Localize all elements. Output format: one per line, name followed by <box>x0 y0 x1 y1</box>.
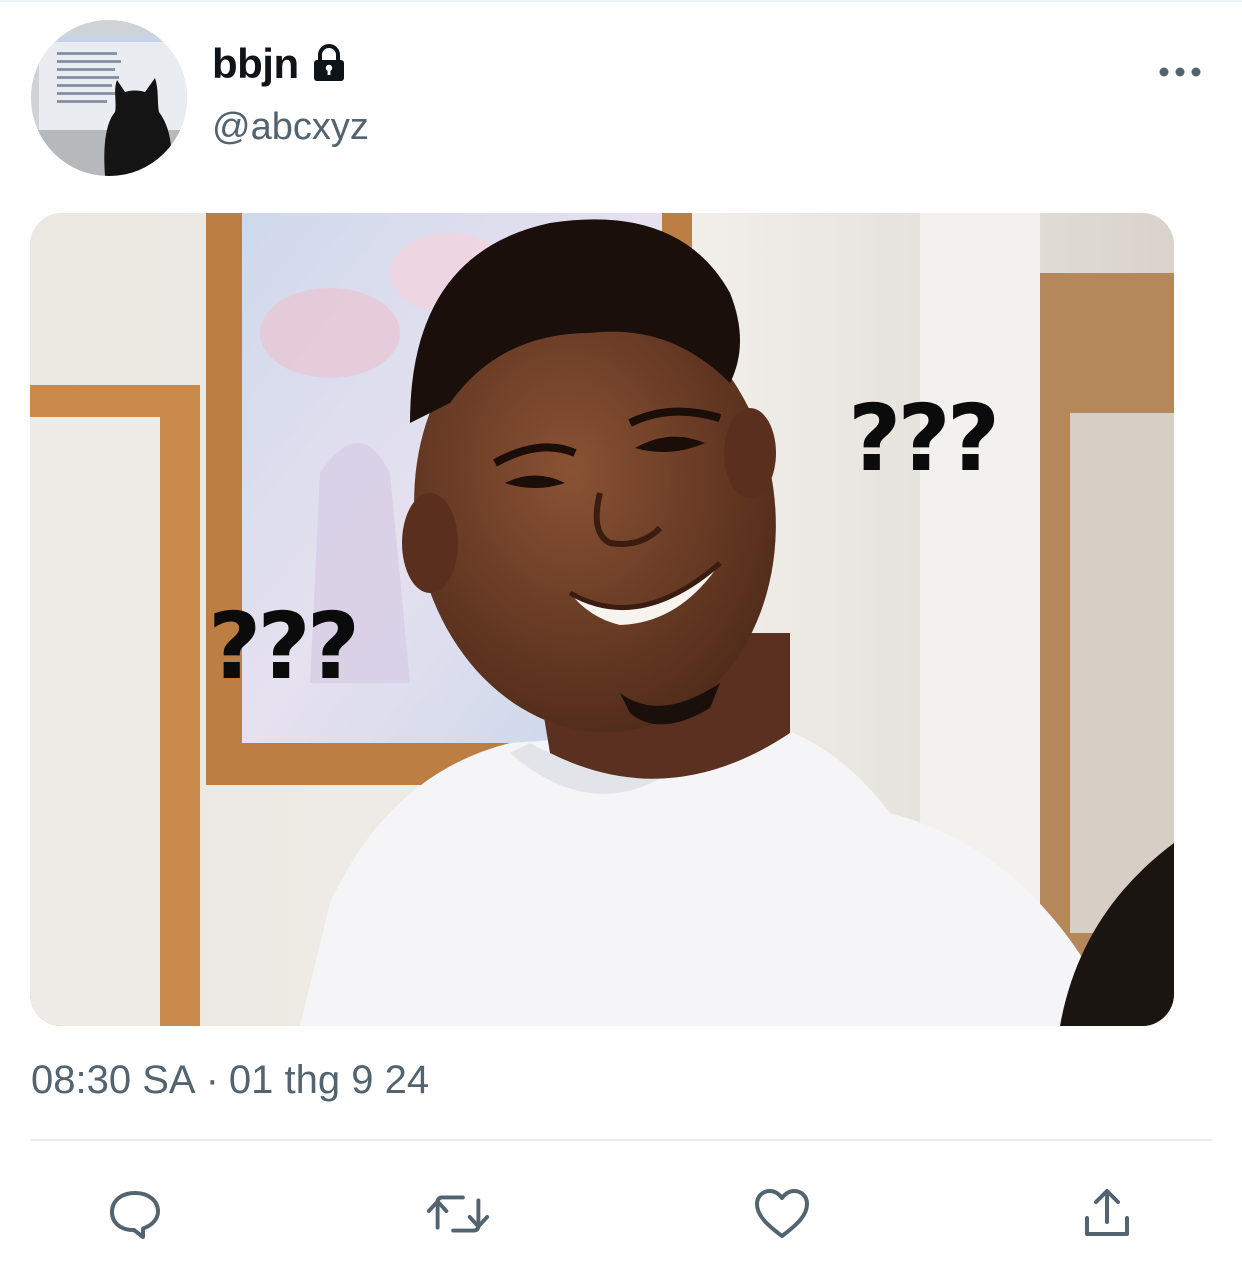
top-divider <box>0 0 1242 2</box>
timestamp-separator: · <box>205 1058 219 1102</box>
tweet-timestamp[interactable]: 08:30 SA · 01 thg 9 24 <box>31 1058 429 1103</box>
share-button[interactable] <box>1073 1180 1141 1248</box>
more-options-button[interactable] <box>1150 52 1210 92</box>
display-name[interactable]: bbjn <box>212 40 299 88</box>
comment-icon <box>110 1191 160 1239</box>
tweet-media-image[interactable]: ??? ??? <box>30 213 1174 1026</box>
reply-button[interactable] <box>101 1180 169 1248</box>
retweet-icon <box>426 1195 490 1233</box>
more-icon <box>1159 67 1201 77</box>
timestamp-time: 08:30 SA <box>31 1058 196 1102</box>
retweet-button[interactable] <box>424 1180 492 1248</box>
timestamp-date: 01 thg 9 24 <box>228 1058 430 1102</box>
like-button[interactable] <box>748 1180 816 1248</box>
overlay-question-marks-left: ??? <box>208 593 360 700</box>
lock-icon <box>309 43 349 88</box>
heart-icon <box>755 1189 809 1238</box>
avatar[interactable] <box>31 20 187 176</box>
author-handle[interactable]: @abcxyz <box>212 106 369 149</box>
author-name-row: bbjn <box>212 36 349 92</box>
overlay-question-marks-right: ??? <box>848 385 1000 492</box>
share-icon <box>1085 1189 1129 1236</box>
actions-divider <box>30 1139 1212 1141</box>
